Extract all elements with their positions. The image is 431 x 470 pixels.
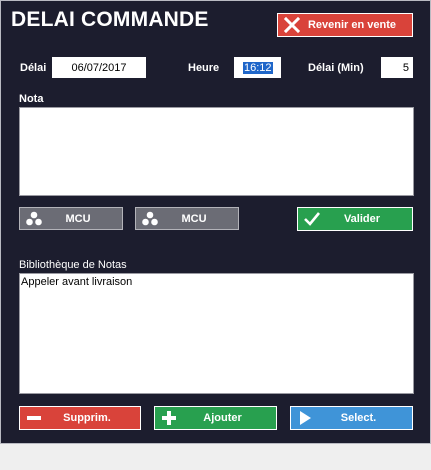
heure-value: 16:12: [243, 61, 273, 74]
checkmark-icon: [303, 210, 321, 228]
window-title: DELAI COMMANDE: [11, 8, 209, 31]
close-x-icon: [283, 16, 301, 34]
mcu-button-1[interactable]: MCU: [19, 207, 123, 230]
delai-commande-window: DELAI COMMANDE Revenir en vente Délai 06…: [0, 0, 431, 444]
validate-button[interactable]: Valider: [297, 207, 413, 231]
delete-label: Supprim.: [63, 412, 111, 424]
add-button[interactable]: Ajouter: [154, 406, 277, 430]
minus-icon: [25, 409, 43, 427]
status-bar: [0, 444, 431, 470]
library-label: Bibliothèque de Notas: [19, 259, 127, 271]
mcu-button-2[interactable]: MCU: [135, 207, 239, 230]
validate-label: Valider: [343, 213, 381, 225]
back-to-sale-label: Revenir en vente: [307, 19, 397, 31]
plus-icon: [160, 409, 178, 427]
notes-library-list[interactable]: Appeler avant livraison: [19, 273, 414, 394]
delai-label: Délai: [20, 62, 47, 74]
nota-textarea[interactable]: [19, 107, 414, 196]
mcu-dots-icon: [25, 210, 43, 228]
select-button[interactable]: Select.: [290, 406, 413, 430]
delai-min-label: Délai (Min): [308, 62, 364, 74]
heure-label: Heure: [188, 62, 220, 74]
mcu-button-2-label: MCU: [181, 212, 207, 225]
delete-button[interactable]: Supprim.: [19, 406, 141, 430]
delai-min-input[interactable]: 5: [381, 57, 413, 78]
back-to-sale-button[interactable]: Revenir en vente: [277, 13, 413, 37]
mcu-button-1-label: MCU: [65, 212, 91, 225]
delai-min-value: 5: [402, 61, 409, 74]
play-triangle-icon: [296, 409, 314, 427]
mcu-dots-icon: [141, 210, 159, 228]
select-label: Select.: [340, 412, 377, 424]
nota-label: Nota: [19, 93, 44, 105]
delai-date-input[interactable]: 06/07/2017: [52, 57, 146, 78]
heure-input[interactable]: 16:12: [234, 57, 281, 78]
delai-date-value: 06/07/2017: [71, 61, 127, 74]
library-note-item[interactable]: Appeler avant livraison: [20, 274, 413, 290]
add-label: Ajouter: [203, 412, 242, 424]
